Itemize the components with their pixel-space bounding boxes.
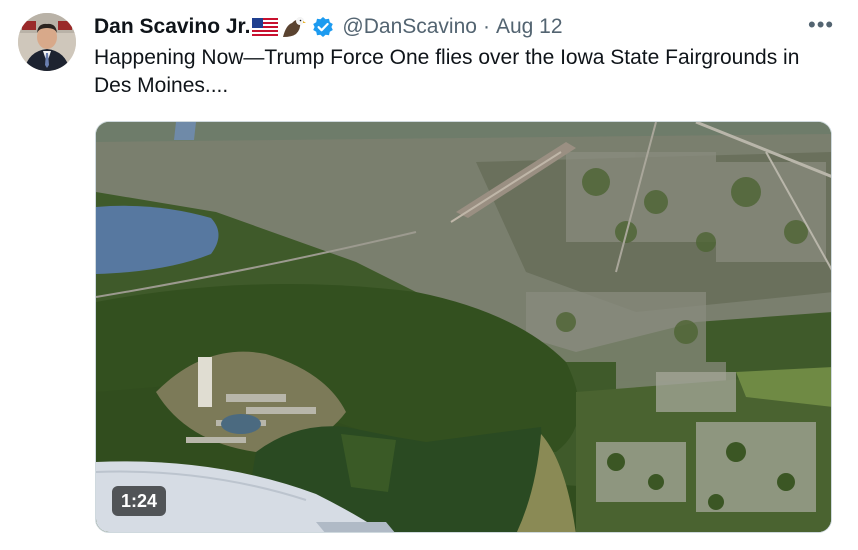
author-handle[interactable]: @DanScavino xyxy=(342,15,477,39)
verified-badge-icon xyxy=(312,16,334,38)
more-options-icon[interactable]: ••• xyxy=(808,12,834,38)
video-player[interactable] xyxy=(95,121,832,533)
author-name[interactable]: Dan Scavino Jr. xyxy=(94,15,250,39)
video-frame xyxy=(96,122,831,532)
eagle-icon xyxy=(280,15,307,39)
tweet-header: Dan Scavino Jr. @DanScavino · Aug 12 xyxy=(94,10,563,44)
tweet-date[interactable]: Aug 12 xyxy=(496,15,563,39)
us-flag-icon xyxy=(252,18,279,36)
tweet-text: Happening Now—Trump Force One flies over… xyxy=(94,46,800,97)
avatar[interactable] xyxy=(18,13,76,71)
separator: · xyxy=(482,15,490,38)
avatar-photo xyxy=(18,13,76,71)
video-duration-badge: 1:24 xyxy=(112,486,166,516)
